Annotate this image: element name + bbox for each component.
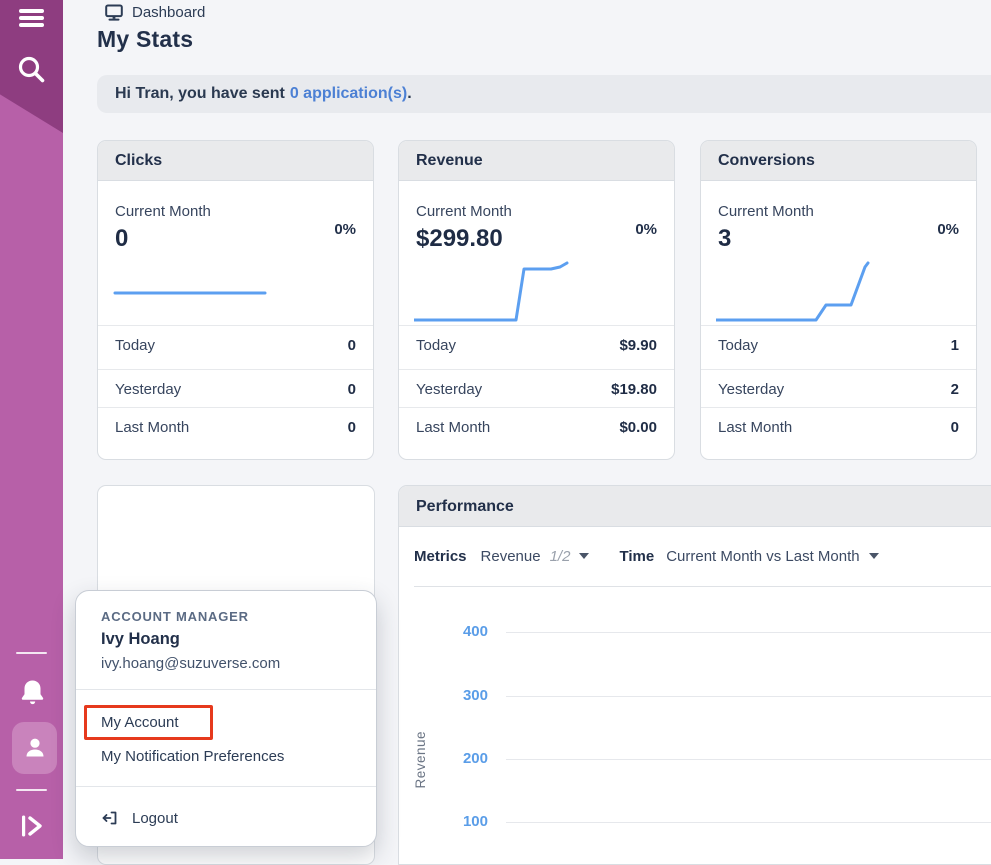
row-value: $19.80 [611, 381, 657, 398]
divider [76, 689, 376, 690]
row-label: Last Month [416, 419, 490, 436]
sidebar-divider [16, 789, 47, 791]
row-label: Yesterday [416, 381, 482, 398]
row-value: 0 [348, 337, 356, 354]
metric-selector-dropdown[interactable]: Revenue 1/2 [481, 548, 590, 565]
banner-suffix: . [407, 85, 411, 103]
stat-row: Yesterday 2 [701, 369, 976, 409]
stat-row: Last Month 0 [98, 407, 373, 447]
stat-card-clicks: Clicks Current Month 0 0% Today 0 Yester… [97, 140, 374, 460]
chevron-down-icon [869, 553, 879, 559]
row-value: 1 [951, 337, 959, 354]
account-manager-email: ivy.hoang@suzuverse.com [101, 655, 280, 672]
performance-title: Performance [399, 486, 991, 527]
collapse-sidebar-icon[interactable] [18, 812, 46, 840]
y-axis-tick: 400 [399, 621, 488, 643]
account-manager-popup: ACCOUNT MANAGER Ivy Hoang ivy.hoang@suzu… [75, 590, 377, 847]
row-label: Last Month [718, 419, 792, 436]
row-label: Yesterday [718, 381, 784, 398]
popup-heading: ACCOUNT MANAGER [101, 609, 249, 624]
chevron-down-icon [579, 553, 589, 559]
gridline [506, 759, 991, 760]
gridline [506, 632, 991, 633]
row-label: Last Month [115, 419, 189, 436]
stat-card-revenue: Revenue Current Month $299.80 0% Today $… [398, 140, 675, 460]
period-label: Current Month [115, 203, 211, 220]
metric-percent: 0% [937, 221, 959, 238]
row-label: Yesterday [115, 381, 181, 398]
metrics-label: Metrics [414, 548, 467, 565]
row-label: Today [115, 337, 155, 354]
stat-row: Today 0 [98, 325, 373, 365]
card-title: Revenue [399, 141, 674, 181]
person-icon [23, 736, 47, 760]
y-axis-label: Revenue [413, 731, 428, 789]
metric-percent: 0% [334, 221, 356, 238]
applications-banner: Hi Tran, you have sent 0 application(s) … [97, 75, 991, 113]
sidebar [0, 0, 63, 859]
row-value: 2 [951, 381, 959, 398]
account-manager-name: Ivy Hoang [101, 630, 180, 649]
menu-item-my-account[interactable]: My Account [101, 714, 179, 731]
row-value: 0 [951, 419, 959, 436]
row-value: $0.00 [619, 419, 657, 436]
divider [76, 786, 376, 787]
time-selector-dropdown[interactable]: Current Month vs Last Month [666, 548, 878, 565]
period-label: Current Month [416, 203, 512, 220]
gridline [506, 696, 991, 697]
row-label: Today [718, 337, 758, 354]
hamburger-menu-icon[interactable] [19, 9, 44, 30]
bell-icon[interactable] [18, 678, 47, 708]
gridline [506, 822, 991, 823]
applications-link[interactable]: 0 application(s) [290, 85, 407, 103]
breadcrumb-label: Dashboard [132, 4, 205, 21]
monitor-icon [105, 4, 123, 21]
card-title: Conversions [701, 141, 976, 181]
row-value: 0 [348, 381, 356, 398]
sparkline-chart [113, 249, 283, 329]
account-menu-button[interactable] [12, 722, 57, 774]
row-value: $9.90 [619, 337, 657, 354]
logout-label: Logout [132, 810, 178, 827]
banner-text: Hi Tran, you have sent [115, 85, 285, 103]
row-value: 0 [348, 419, 356, 436]
performance-panel: Performance Metrics Revenue 1/2 Time Cur… [398, 485, 991, 865]
logout-icon [101, 809, 119, 827]
stat-row: Last Month $0.00 [399, 407, 674, 447]
sparkline-chart [414, 249, 584, 329]
stat-card-conversions: Conversions Current Month 3 0% Today 1 Y… [700, 140, 977, 460]
sidebar-divider [16, 652, 47, 654]
sparkline-chart [716, 249, 886, 329]
row-label: Today [416, 337, 456, 354]
annotation-highlight-box: My Account [84, 705, 213, 740]
y-axis-tick: 100 [399, 811, 488, 833]
breadcrumb[interactable]: Dashboard [105, 4, 205, 21]
metric-page-indicator: 1/2 [550, 548, 571, 565]
period-label: Current Month [718, 203, 814, 220]
card-title: Clicks [98, 141, 373, 181]
stat-row: Today $9.90 [399, 325, 674, 365]
metric-selected-value: Revenue [481, 548, 541, 565]
stat-row: Yesterday 0 [98, 369, 373, 409]
menu-item-notification-preferences[interactable]: My Notification Preferences [101, 748, 284, 765]
stat-row: Last Month 0 [701, 407, 976, 447]
y-axis-tick: 300 [399, 685, 488, 707]
search-icon[interactable] [16, 54, 47, 85]
stat-row: Yesterday $19.80 [399, 369, 674, 409]
page-title: My Stats [97, 26, 193, 53]
metric-percent: 0% [635, 221, 657, 238]
menu-item-logout[interactable]: Logout [101, 809, 178, 827]
time-selected-value: Current Month vs Last Month [666, 548, 859, 565]
time-label: Time [619, 548, 654, 565]
stat-row: Today 1 [701, 325, 976, 365]
divider [414, 586, 991, 587]
